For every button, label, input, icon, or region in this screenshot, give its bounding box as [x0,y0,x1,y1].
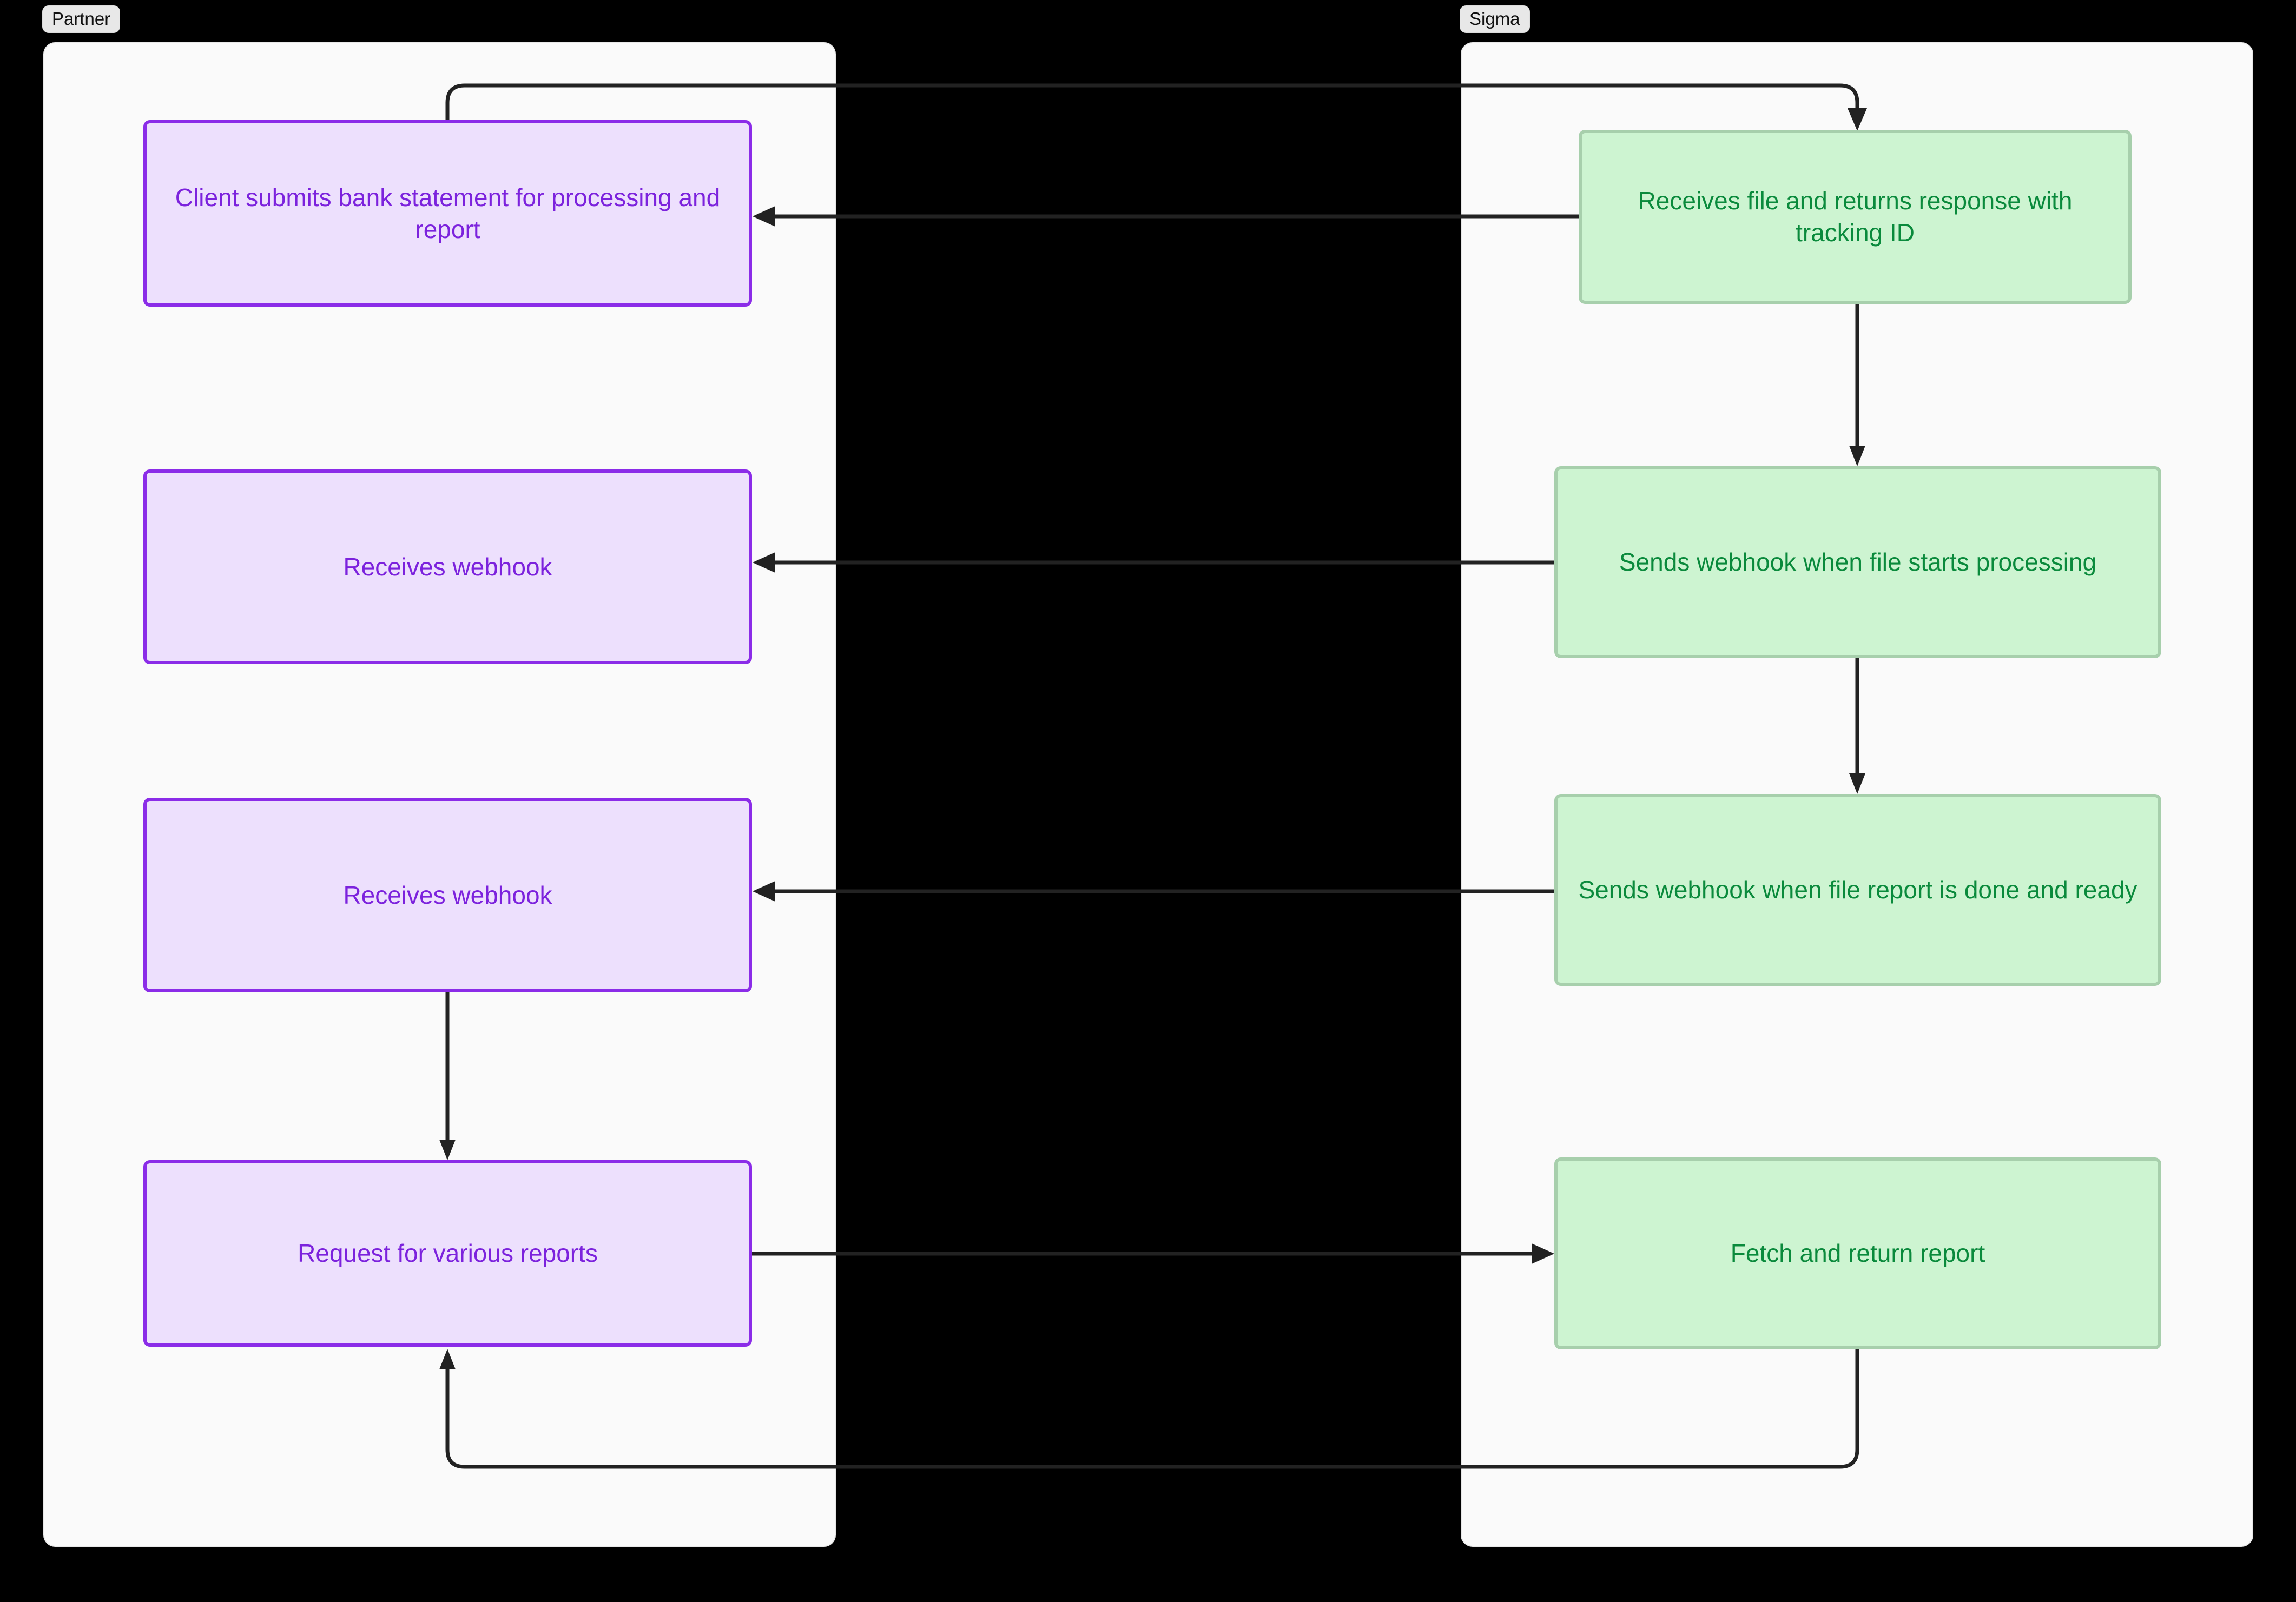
edge-p4-to-s4 [752,1243,1554,1264]
edge-s2-to-p2 [753,552,1554,573]
lane-title-partner: Partner [42,5,121,33]
node-receives-webhook-processing[interactable]: Receives webhook [143,469,752,664]
node-fetch-and-return-report[interactable]: Fetch and return report [1554,1157,2161,1349]
diagram-canvas: Partner Sigma Client submits bank statem… [0,0,2296,1602]
node-label: Client submits bank statement for proces… [175,183,721,243]
edge-s3-to-p3 [753,881,1554,902]
node-label: Receives file and returns response with … [1638,187,2073,247]
node-client-submits-bank-statement[interactable]: Client submits bank statement for proces… [143,120,752,307]
node-sends-webhook-file-starts-processing[interactable]: Sends webhook when file starts processin… [1554,466,2161,658]
node-label: Request for various reports [298,1239,598,1268]
node-label: Sends webhook when file starts processin… [1619,548,2097,577]
node-sends-webhook-report-done[interactable]: Sends webhook when file report is done a… [1554,794,2161,986]
edge-s1-to-p1 [753,206,1579,227]
node-receives-webhook-report-ready[interactable]: Receives webhook [143,798,752,992]
node-request-for-various-reports[interactable]: Request for various reports [143,1160,752,1347]
lane-title-sigma: Sigma [1460,5,1530,33]
node-label: Fetch and return report [1730,1239,1985,1268]
node-label: Receives webhook [343,552,552,581]
node-receives-file-returns-tracking-id[interactable]: Receives file and returns response with … [1579,130,2132,304]
node-label: Sends webhook when file report is done a… [1578,876,2137,904]
node-label: Receives webhook [343,881,552,909]
